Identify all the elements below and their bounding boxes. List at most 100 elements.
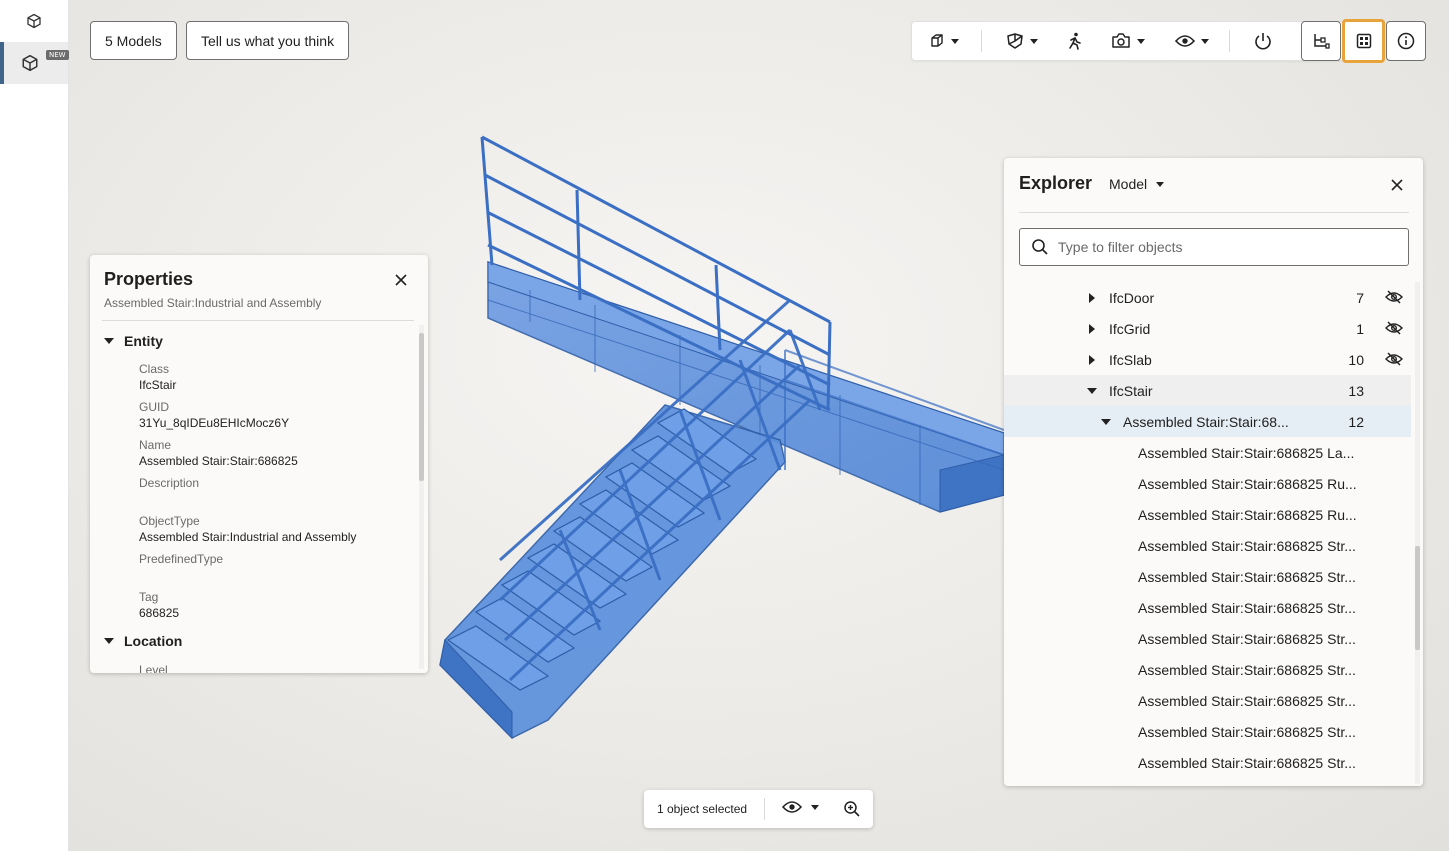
tree-label: Assembled Stair:Stair:686825 Str...	[1138, 692, 1356, 709]
tree-row[interactable]: Assembled Stair:Stair:686825 Str...	[1004, 654, 1411, 685]
chevron-down-icon[interactable]	[1087, 387, 1097, 394]
chevron-down-icon	[951, 38, 959, 44]
tree-label: IfcGrid	[1109, 320, 1151, 337]
tree-label: Assembled Stair:Stair:686825 Str...	[1138, 661, 1356, 678]
tree-row-ifcdoor[interactable]: IfcDoor 7	[1004, 282, 1411, 313]
section-box-button[interactable]	[1000, 22, 1044, 60]
tree-row[interactable]: Assembled Stair:Stair:686825 Ru...	[1004, 468, 1411, 499]
tree-label: Assembled Stair:Stair:686825 Str...	[1138, 630, 1356, 647]
field-value: IfcStair	[139, 378, 177, 392]
chevron-right-icon[interactable]	[1089, 323, 1095, 334]
properties-panel: Properties Assembled Stair:Industrial an…	[90, 255, 428, 673]
tree-row[interactable]: Assembled Stair:Stair:686825 Str...	[1004, 530, 1411, 561]
walk-button[interactable]	[1062, 22, 1088, 60]
cube-icon	[27, 13, 41, 29]
tree-row-ifcslab[interactable]: IfcSlab 10	[1004, 344, 1411, 375]
filter-search[interactable]	[1019, 228, 1409, 266]
chevron-down-icon	[1156, 181, 1165, 187]
filter-input[interactable]	[1058, 229, 1398, 265]
field-label: Class	[139, 362, 170, 376]
selection-status-bar: 1 object selected	[644, 790, 873, 828]
tree-label: Assembled Stair:Stair:686825 Str...	[1138, 537, 1356, 554]
section-title: Entity	[124, 333, 163, 349]
explorer-title: Explorer	[1019, 173, 1093, 193]
reset-view-button[interactable]	[1248, 22, 1278, 60]
grid-icon	[1356, 33, 1371, 49]
explorer-mode-label: Model	[1109, 176, 1148, 192]
field-value: 686825	[139, 606, 180, 620]
chevron-down-icon	[104, 338, 114, 344]
visibility-button[interactable]	[1170, 22, 1214, 60]
eye-off-icon[interactable]	[1385, 289, 1403, 305]
eye-icon	[782, 801, 802, 813]
models-button[interactable]: 5 Models	[90, 21, 177, 60]
cube-view-icon	[931, 34, 943, 47]
explorer-mode-dropdown[interactable]: Model	[1109, 176, 1165, 192]
tree-label: Assembled Stair:Stair:686825 Str...	[1138, 599, 1356, 616]
tree-label: Assembled Stair:Stair:686825 Ru...	[1138, 506, 1357, 523]
section-location[interactable]: Location	[104, 633, 182, 649]
tree-label: Assembled Stair:Stair:686825 Str...	[1138, 754, 1356, 771]
camera-icon	[1112, 33, 1130, 48]
explorer-scroll-thumb[interactable]	[1415, 546, 1420, 650]
tree-label: IfcStair	[1109, 382, 1153, 399]
tree-row[interactable]: Assembled Stair:Stair:686825 Str...	[1004, 685, 1411, 716]
tree-row[interactable]: Assembled Stair:Stair:686825 Str...	[1004, 592, 1411, 623]
chevron-right-icon[interactable]	[1089, 292, 1095, 303]
field-label: PredefinedType	[139, 552, 224, 566]
tree-row[interactable]: Assembled Stair:Stair:686825 Str...	[1004, 623, 1411, 654]
eye-off-icon[interactable]	[1385, 351, 1403, 367]
rail-item-new-model[interactable]: NEW	[0, 42, 69, 84]
cube-icon	[22, 54, 38, 72]
field-value: 31Yu_8qIDEu8EHIcMocz6Y	[139, 416, 290, 430]
selection-count: 1 object selected	[657, 802, 748, 816]
walk-icon	[1069, 32, 1081, 50]
tree-row[interactable]: Assembled Stair:Stair:686825 La...	[1004, 437, 1411, 468]
tree-row[interactable]: Assembled Stair:Stair:686825 Str...	[1004, 747, 1411, 778]
section-entity[interactable]: Entity	[104, 333, 163, 349]
chevron-right-icon[interactable]	[1089, 354, 1095, 365]
tree-label: Assembled Stair:Stair:686825 Str...	[1138, 723, 1356, 740]
tree-count: 13	[1348, 382, 1364, 399]
field-value: Assembled Stair:Industrial and Assembly	[139, 530, 357, 544]
section-title: Location	[124, 633, 183, 649]
close-icon[interactable]	[1388, 176, 1406, 194]
tree-label: Assembled Stair:Stair:68...	[1123, 413, 1289, 430]
field-value: Assembled Stair:Stair:686825	[139, 454, 298, 468]
eye-icon	[1175, 35, 1195, 47]
tree-row[interactable]: Assembled Stair:Stair:686825 Str...	[1004, 716, 1411, 747]
tree-row-assembled-stair[interactable]: Assembled Stair:Stair:68... 12	[1004, 406, 1411, 437]
tree-row-ifcstair[interactable]: IfcStair 13	[1004, 375, 1411, 406]
chevron-down-icon	[811, 804, 819, 810]
tree-icon	[1314, 34, 1330, 49]
properties-scroll-thumb[interactable]	[419, 333, 424, 481]
field-label: Name	[139, 438, 172, 452]
tree-label: Assembled Stair:Stair:686825 Str...	[1138, 568, 1356, 585]
tree-row[interactable]: Assembled Stair:Stair:686825 Ru...	[1004, 499, 1411, 530]
tree-row-ifcgrid[interactable]: IfcGrid 1	[1004, 313, 1411, 344]
tree-label: IfcDoor	[1109, 289, 1155, 306]
left-rail: NEW	[0, 0, 69, 851]
selection-visibility-button[interactable]	[782, 800, 819, 814]
properties-title: Properties	[104, 269, 194, 289]
explorer-scrollbar[interactable]	[1415, 282, 1420, 784]
chevron-down-icon	[1201, 38, 1209, 44]
new-badge: NEW	[46, 50, 69, 60]
camera-button[interactable]	[1106, 22, 1150, 60]
rail-item-models[interactable]	[0, 0, 68, 42]
section-box-icon	[1007, 33, 1023, 49]
info-button[interactable]	[1386, 21, 1426, 61]
chevron-down-icon[interactable]	[1101, 418, 1111, 425]
tree-count: 1	[1356, 320, 1364, 337]
explorer-panel: Explorer Model IfcDoor 7 IfcGrid 1 IfcSl…	[1004, 158, 1423, 786]
tree-view-button[interactable]	[1301, 21, 1341, 61]
zoom-to-selection-icon[interactable]	[843, 800, 861, 818]
eye-off-icon[interactable]	[1385, 320, 1403, 336]
chevron-down-icon	[104, 638, 114, 644]
cube-view-button[interactable]	[922, 22, 966, 60]
close-icon[interactable]	[392, 271, 410, 289]
info-icon	[1397, 32, 1415, 50]
explorer-button[interactable]	[1342, 19, 1385, 63]
feedback-button[interactable]: Tell us what you think	[186, 21, 350, 60]
tree-row[interactable]: Assembled Stair:Stair:686825 Str...	[1004, 561, 1411, 592]
